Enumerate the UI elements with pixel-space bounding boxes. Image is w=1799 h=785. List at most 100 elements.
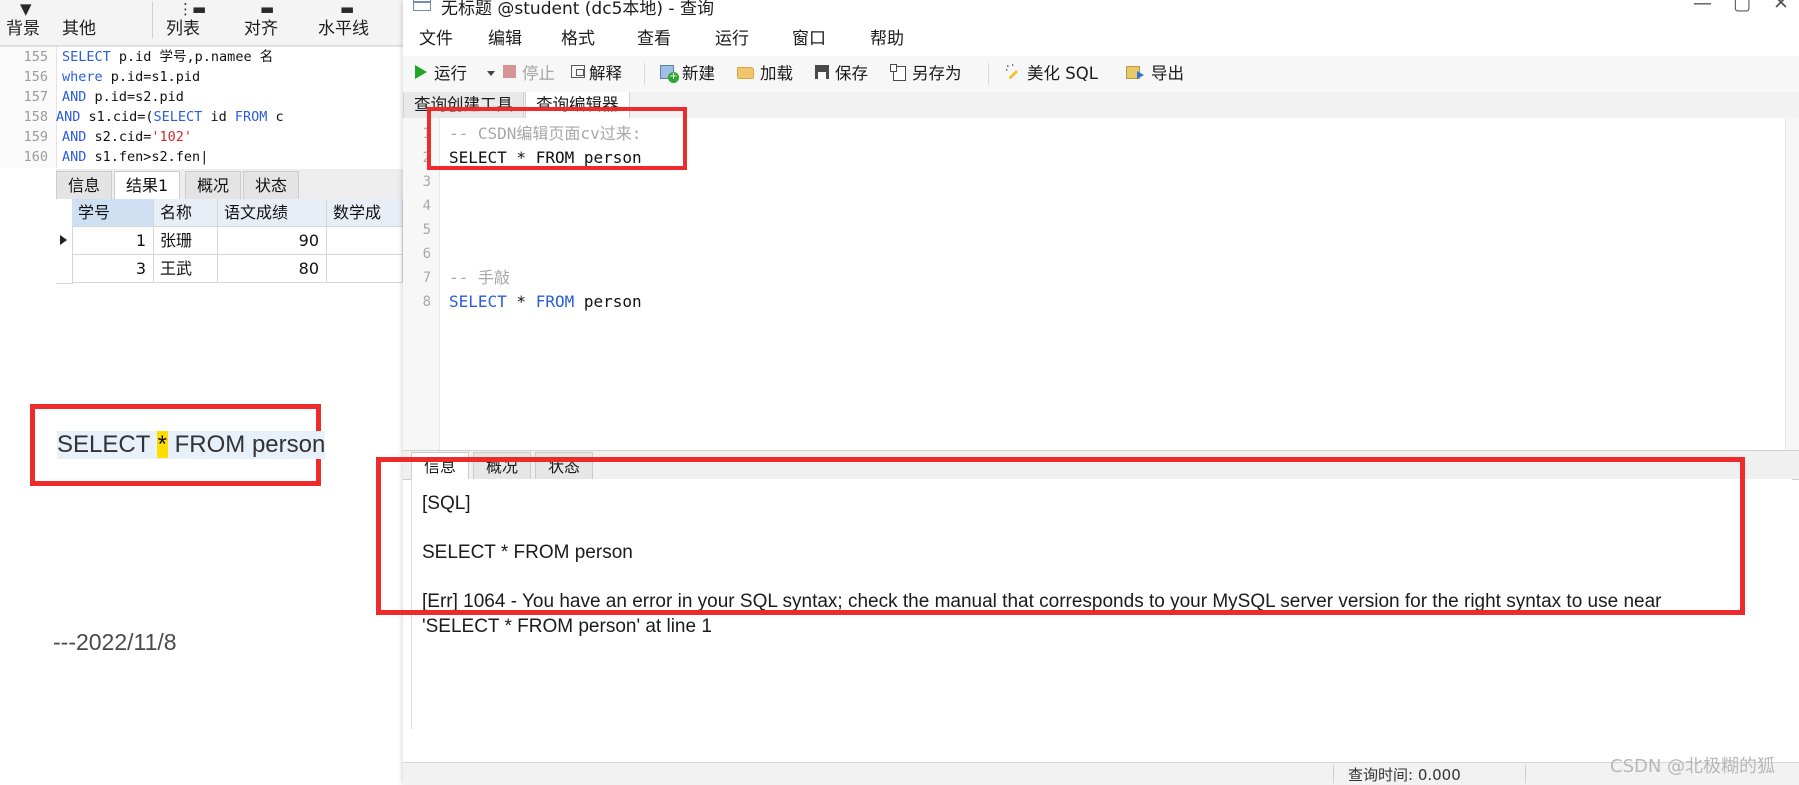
tab-profile[interactable]: 概况 [473,452,532,480]
ribbon-label-background: 背景 [6,19,40,39]
tab-status[interactable]: 状态 [535,452,594,480]
ribbon-button-background[interactable]: ▼ 背景 [6,0,40,39]
ribbon-button-horizontal-line[interactable]: ▬ 水平线 [318,0,369,39]
column-header-student-id[interactable]: 学号 [72,199,154,227]
align-icon: ▬ [260,0,274,18]
run-icon[interactable] [415,65,427,79]
maximize-button[interactable]: ▢ [1733,0,1751,14]
editor-scrollbar[interactable] [1785,118,1799,450]
horizontal-line-icon: ▬ [340,0,354,18]
line-number: 3 [422,174,431,190]
explain-button[interactable]: 解释 [589,62,622,86]
code-token: s2.cid= [86,129,152,145]
info-message-area[interactable]: [SQL] SELECT * FROM person [Err] 1064 - … [411,479,1792,729]
cell-student-id[interactable]: 3 [72,255,154,283]
line-number: 156 [23,69,48,85]
cell-math-score[interactable] [327,227,403,255]
ribbon-button-align[interactable]: ▬ 对齐 [244,0,278,39]
copied-sql-before: SELECT [57,431,157,458]
new-button[interactable]: 新建 [682,62,715,86]
folder-open-icon[interactable] [737,67,754,79]
cell-name[interactable]: 张珊 [154,227,218,255]
tab-query-builder[interactable]: 查询创建工具 [403,92,524,118]
cell-math-score[interactable] [327,255,403,283]
line-number: 160 [23,149,48,165]
minimize-button[interactable]: — [1693,0,1712,14]
save-as-icon[interactable] [890,64,906,81]
code-token: person [574,292,642,311]
save-as-button[interactable]: 另存为 [912,62,962,86]
table-row[interactable]: 1 张珊 90 [56,227,403,256]
export-arrow-icon [1137,71,1144,79]
line-number: 158 [23,109,48,125]
info-line-error-cont: 'SELECT * FROM person' at line 1 [422,616,712,637]
code-line: where p.id=s1.pid [62,67,200,87]
export-icon[interactable] [1126,66,1144,79]
window-titlebar: 无标题 @student (dc5本地) - 查询 — ▢ ✕ [403,0,1799,22]
code-token: AND [62,89,87,105]
annotation-box-copied-sql: SELECT * FROM person [30,404,326,486]
code-token: AND [62,129,87,145]
column-header-name[interactable]: 名称 [154,199,218,227]
info-line-error: [Err] 1064 - You have an error in your S… [422,591,1662,612]
bg-tab-status[interactable]: 状态 [243,171,300,200]
table-row[interactable]: 3 王武 80 [56,255,403,284]
menu-run[interactable]: 运行 [709,27,755,51]
line-number: 6 [422,246,431,262]
magic-wand-icon[interactable] [1005,64,1021,80]
code-token: c [267,109,284,125]
ribbon-button-other[interactable]: 其他 [62,14,96,39]
background-document-window: ▼ 背景 其他 ⋮▬ 列表 ▬ 对齐 ▬ 水平线 155 SELECT p.id… [0,0,403,784]
menubar: 文件 编辑 格式 查看 运行 窗口 帮助 [403,22,1799,57]
column-header-chinese-score[interactable]: 语文成绩 [218,199,327,227]
code-token: SELECT * FROM person [449,148,642,167]
menu-window[interactable]: 窗口 [786,27,832,51]
background-result-tabstrip[interactable]: 信息 结果1 概况 状态 [56,169,403,201]
export-button[interactable]: 导出 [1151,62,1184,86]
cell-chinese-score[interactable]: 90 [218,227,327,255]
save-button[interactable]: 保存 [835,62,868,86]
navicat-query-window: 无标题 @student (dc5本地) - 查询 — ▢ ✕ 文件 编辑 格式… [403,0,1799,785]
code-token: where [62,69,103,85]
save-disk-icon[interactable] [815,65,829,79]
code-token: s1.fen>s2.fen [86,149,201,165]
background-sql-editor[interactable]: 155 SELECT p.id 学号,p.namee 名 156 where p… [0,46,403,168]
new-query-icon[interactable]: + [660,65,679,83]
cell-chinese-score[interactable]: 80 [218,255,327,283]
cell-name[interactable]: 王武 [154,255,218,283]
menu-view[interactable]: 查看 [631,27,677,51]
chevron-down-icon[interactable] [487,71,495,76]
column-header-math-score[interactable]: 数学成 [327,199,403,227]
ribbon-button-list[interactable]: ⋮▬ 列表 [166,0,206,39]
menu-format[interactable]: 格式 [555,27,601,51]
toolbar: 运行 停止 解释 + 新建 加载 保存 另存为 美化 SQL 导出 [403,56,1799,93]
editor-tabstrip: 查询创建工具 查询编辑器 [403,92,1799,119]
background-result-grid[interactable]: 学号 名称 语文成绩 数学成 1 张珊 90 3 王武 80 [56,199,403,284]
beautify-sql-button[interactable]: 美化 SQL [1027,62,1098,86]
menu-file[interactable]: 文件 [413,27,459,51]
tab-query-editor[interactable]: 查询编辑器 [525,92,630,119]
stop-button: 停止 [522,64,555,83]
code-token: p.id=s2.pid [86,89,184,105]
date-note: ---2022/11/8 [53,629,177,655]
line-number: 1 [422,126,431,142]
code-token: -- 手敲 [449,268,510,287]
code-line: -- 手敲 [449,266,510,290]
menu-help[interactable]: 帮助 [864,27,910,51]
document-ribbon-toolbar: ▼ 背景 其他 ⋮▬ 列表 ▬ 对齐 ▬ 水平线 [0,0,403,46]
run-button[interactable]: 运行 [434,62,467,86]
stop-icon [503,65,516,78]
load-button[interactable]: 加载 [760,62,793,86]
sql-editor[interactable]: 1 -- CSDN编辑页面cv过来: 2 SELECT * FROM perso… [403,118,1799,450]
explain-icon[interactable] [571,65,585,78]
code-token: FROM [535,292,575,311]
tab-info[interactable]: 信息 [411,452,470,481]
bg-tab-info[interactable]: 信息 [56,171,113,200]
toolbar-divider [644,63,645,85]
bg-tab-profile[interactable]: 概况 [185,171,242,200]
menu-edit[interactable]: 编辑 [482,27,528,51]
code-token: p.id=s1.pid [102,69,201,85]
close-button[interactable]: ✕ [1773,0,1789,14]
bg-tab-result1[interactable]: 结果1 [114,171,181,201]
cell-student-id[interactable]: 1 [72,227,154,255]
